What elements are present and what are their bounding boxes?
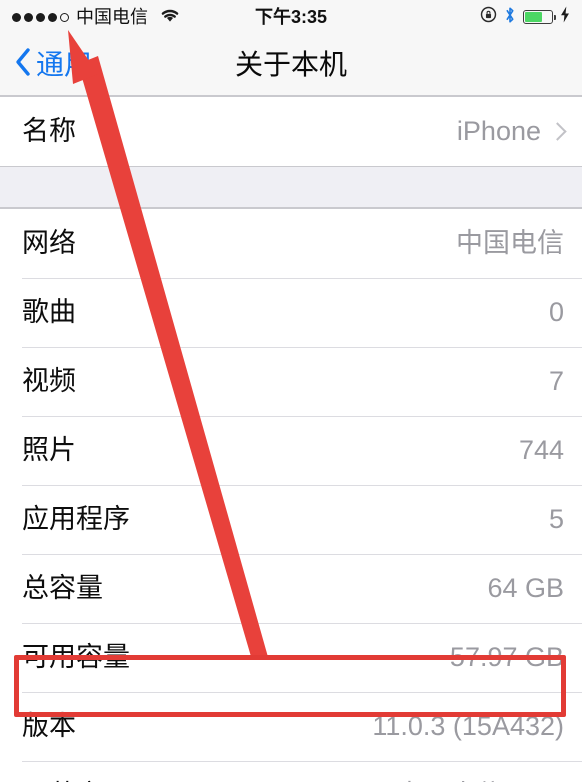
row-label: 歌曲 bbox=[22, 297, 76, 327]
info-section: 网络 中国电信歌曲 0 视频 7 照片 744 应用程序 5 总容量 64 GB 可用容量 57.97 … bbox=[0, 208, 582, 782]
row-value: iPhone bbox=[456, 116, 567, 146]
row-videos: 视频 7 bbox=[0, 347, 582, 416]
row-label: 网络 bbox=[22, 228, 76, 258]
row-value: 0 bbox=[549, 299, 564, 326]
row-carrier: 运营商中国电信 29.0 bbox=[0, 761, 582, 782]
wifi-icon bbox=[158, 6, 182, 29]
battery-icon bbox=[523, 10, 556, 24]
row-name[interactable]: 名称 iPhone bbox=[0, 97, 582, 166]
row-label: 名称 bbox=[22, 116, 76, 146]
row-label: 版本 bbox=[22, 711, 76, 741]
row-value: 64 GB bbox=[487, 575, 564, 602]
row-value-text: 11.0.3 (15A432) bbox=[372, 711, 564, 741]
row-network: 网络 中国电信 bbox=[0, 209, 582, 278]
charging-bolt-icon bbox=[560, 6, 570, 28]
row-value-text: 57.97 GB bbox=[449, 642, 564, 672]
signal-dot-1 bbox=[12, 12, 21, 22]
chevron-right-icon bbox=[548, 121, 567, 141]
rotation-lock-icon bbox=[480, 6, 497, 28]
status-bar-right bbox=[480, 6, 570, 29]
row-value: 11.0.3 (15A432) bbox=[372, 713, 564, 740]
signal-dot-5 bbox=[60, 12, 69, 22]
iphone-screen: 中国电信 下午3:35 通用 关于本机 名称 iPhone 网络 中国电信 歌曲… bbox=[0, 0, 582, 782]
name-section: 名称 iPhone bbox=[0, 96, 582, 167]
status-bar-left: 中国电信 bbox=[12, 6, 182, 29]
row-value: 7 bbox=[549, 368, 564, 395]
row-value-text: 7 bbox=[548, 366, 564, 396]
signal-strength-dots bbox=[12, 12, 69, 22]
settings-table: 名称 iPhone 网络 中国电信歌曲 0 视频 7 照片 744 应用程序 5 总容量 64 GB 可用… bbox=[0, 96, 582, 782]
row-label: 总容量 bbox=[22, 573, 103, 603]
row-applications: 应用程序 5 bbox=[0, 485, 582, 554]
row-value-text: 5 bbox=[548, 504, 564, 534]
carrier-label: 中国电信 bbox=[76, 7, 148, 27]
row-label: 照片 bbox=[22, 435, 76, 465]
row-value-text: 744 bbox=[518, 435, 564, 465]
row-version: 版本 11.0.3 (15A432) bbox=[0, 692, 582, 761]
row-photos: 照片 744 bbox=[0, 416, 582, 485]
bluetooth-icon bbox=[504, 6, 516, 29]
row-value: 中国电信 bbox=[456, 230, 564, 257]
status-bar: 中国电信 下午3:35 bbox=[0, 0, 582, 34]
page-title: 关于本机 bbox=[234, 49, 347, 80]
section-gap bbox=[0, 167, 582, 208]
row-value-text: 中国电信 bbox=[456, 228, 564, 258]
row-available: 可用容量 57.97 GB bbox=[0, 623, 582, 692]
row-value: 57.97 GB bbox=[450, 644, 564, 671]
row-label: 视频 bbox=[22, 366, 76, 396]
signal-dot-3 bbox=[36, 12, 45, 22]
row-label: 可用容量 bbox=[22, 642, 130, 672]
row-total-capacity: 总容量 64 GB bbox=[0, 554, 582, 623]
row-songs: 歌曲 0 bbox=[0, 278, 582, 347]
navigation-bar: 通用 关于本机 bbox=[0, 34, 582, 96]
row-value-text: 64 GB bbox=[487, 573, 564, 603]
row-value: 5 bbox=[549, 506, 564, 533]
row-value-text: iPhone bbox=[456, 116, 541, 146]
signal-dot-2 bbox=[24, 12, 33, 22]
row-value-text: 0 bbox=[548, 297, 564, 327]
row-value: 744 bbox=[519, 437, 564, 464]
signal-dot-4 bbox=[48, 12, 57, 22]
row-label: 应用程序 bbox=[22, 504, 130, 534]
